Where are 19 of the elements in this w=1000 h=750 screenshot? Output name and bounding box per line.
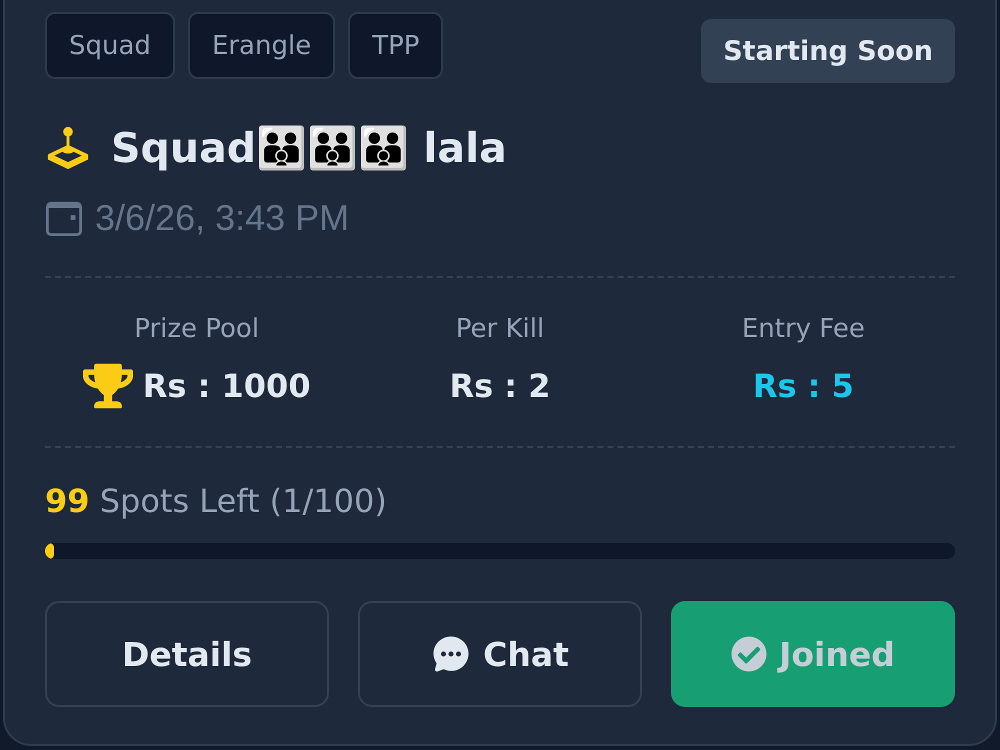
stat-label: Entry Fee (742, 313, 865, 346)
stat-value: Rs : 5 (752, 367, 854, 405)
calendar-icon (45, 199, 83, 237)
match-date: 3/6/26, 3:43 PM (95, 196, 350, 240)
match-tag: Erangle (188, 12, 336, 79)
stat-label: Per Kill (456, 313, 544, 346)
joystick-icon (45, 125, 91, 171)
match-tag: Squad (45, 12, 175, 79)
stat-value: Rs : 2 (449, 367, 550, 405)
match-title: Squad👪👪👪 lala (111, 123, 507, 174)
stat-label: Prize Pool (134, 313, 260, 346)
trophy-icon (82, 361, 133, 411)
chat-bubble-icon (431, 634, 472, 674)
details-button[interactable]: Details (45, 601, 329, 707)
chat-button[interactable]: Chat (358, 601, 642, 707)
match-tag: TPP (348, 12, 444, 79)
status-badge: Starting Soon (701, 19, 955, 83)
stat-value: Rs : 1000 (142, 367, 311, 405)
spots-left-text: 99 Spots Left (1/100) (45, 481, 388, 522)
